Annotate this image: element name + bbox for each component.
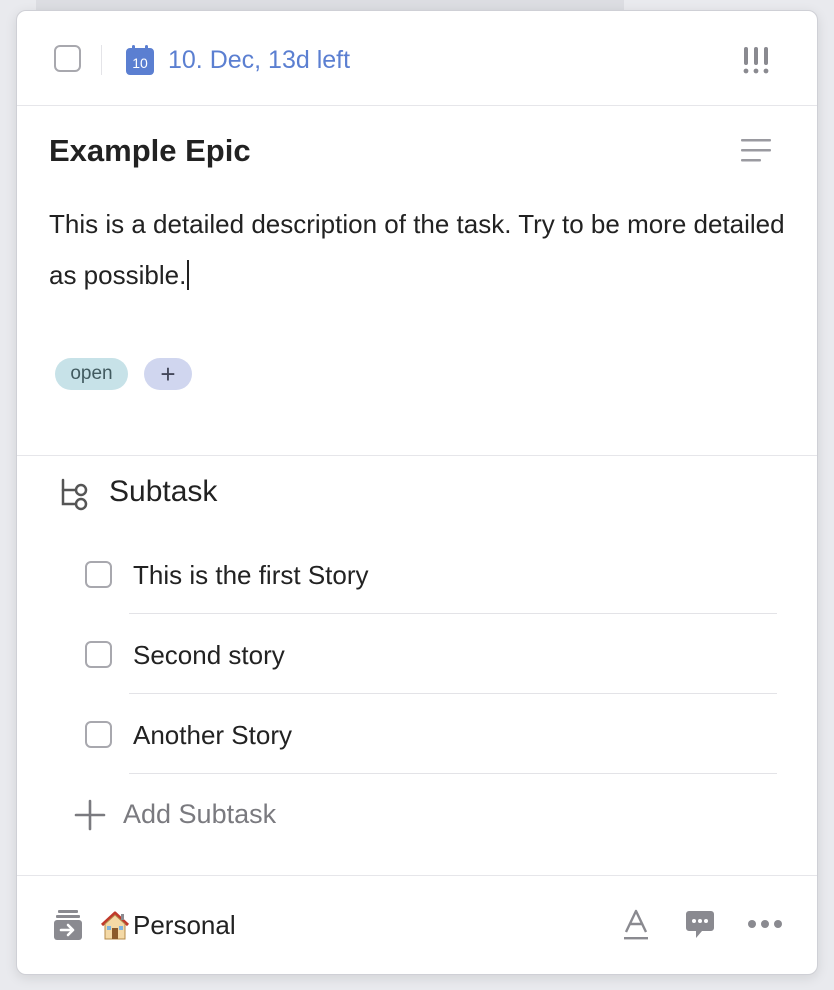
comment-icon[interactable] [685,909,715,941]
more-icon[interactable] [747,916,783,932]
subtask-separator [129,773,777,774]
due-date-label: 10. Dec, 13d left [168,45,351,74]
header-separator [101,45,102,75]
subtask-heading: Subtask [109,475,218,508]
due-date-button[interactable]: 10 10. Dec, 13d left [126,43,350,77]
move-to-inbox-icon[interactable] [53,909,83,941]
project-name: Personal [133,909,236,940]
subtask-separator [129,693,777,694]
subtask-checkbox[interactable] [85,721,112,748]
text-cursor [187,260,190,290]
subtask-icon [61,478,88,511]
section-divider [17,455,817,456]
notes-menu-icon[interactable] [741,137,771,165]
add-subtask-plus-icon[interactable] [74,799,106,831]
footer-divider [17,875,817,876]
task-description[interactable]: This is a detailed description of the ta… [49,199,789,301]
add-tag-button[interactable]: + [144,358,192,390]
add-subtask-button[interactable]: Add Subtask [123,799,276,830]
project-selector[interactable]: Personal [99,908,236,942]
house-emoji-icon [100,911,130,940]
subtask-label[interactable]: This is the first Story [133,560,369,591]
subtask-separator [129,613,777,614]
task-detail-card: 10 10. Dec, 13d left Example Epic This i… [16,10,818,975]
subtask-checkbox[interactable] [85,561,112,588]
task-complete-checkbox[interactable] [54,45,81,72]
calendar-icon: 10 [126,45,154,75]
text-format-icon[interactable] [622,909,650,941]
subtask-label[interactable]: Second story [133,640,285,671]
calendar-day-number: 10 [132,55,148,71]
header-divider [17,105,817,106]
priority-icon[interactable] [741,45,771,75]
subtask-checkbox[interactable] [85,641,112,668]
task-title[interactable]: Example Epic [49,133,251,169]
task-description-text: This is a detailed description of the ta… [49,209,785,290]
subtask-label[interactable]: Another Story [133,720,292,751]
tag-open[interactable]: open [55,358,128,390]
